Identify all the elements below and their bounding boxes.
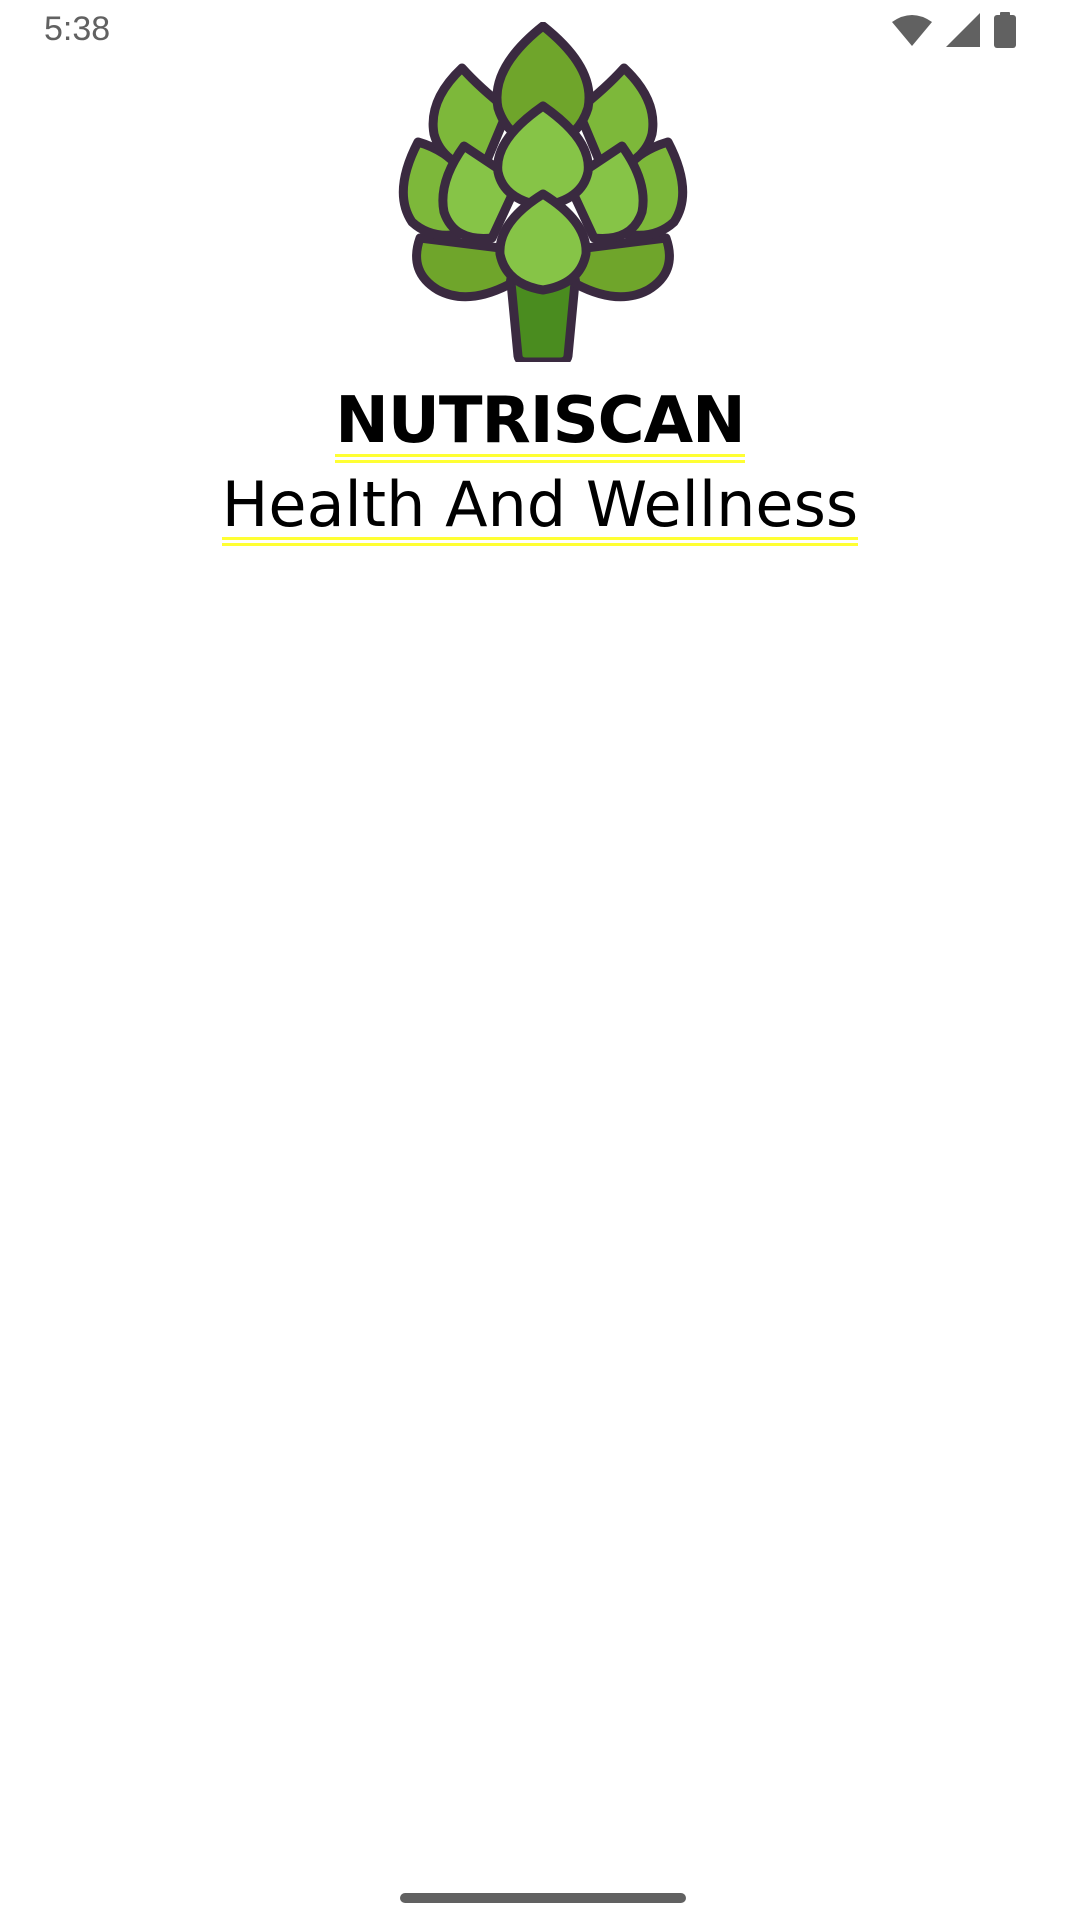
battery-icon: [994, 12, 1016, 48]
cellular-signal-icon: [946, 13, 980, 47]
home-indicator[interactable]: [400, 1893, 686, 1903]
artichoke-icon: [398, 21, 688, 367]
status-icons: [892, 12, 1016, 48]
wifi-icon: [892, 14, 932, 46]
status-time: 5:38: [44, 10, 111, 48]
app-tagline: Health And Wellness: [0, 468, 1080, 547]
app-name-text: NUTRISCAN: [335, 384, 746, 464]
app-name: NUTRISCAN: [0, 384, 1080, 464]
app-tagline-text: Health And Wellness: [221, 468, 859, 547]
